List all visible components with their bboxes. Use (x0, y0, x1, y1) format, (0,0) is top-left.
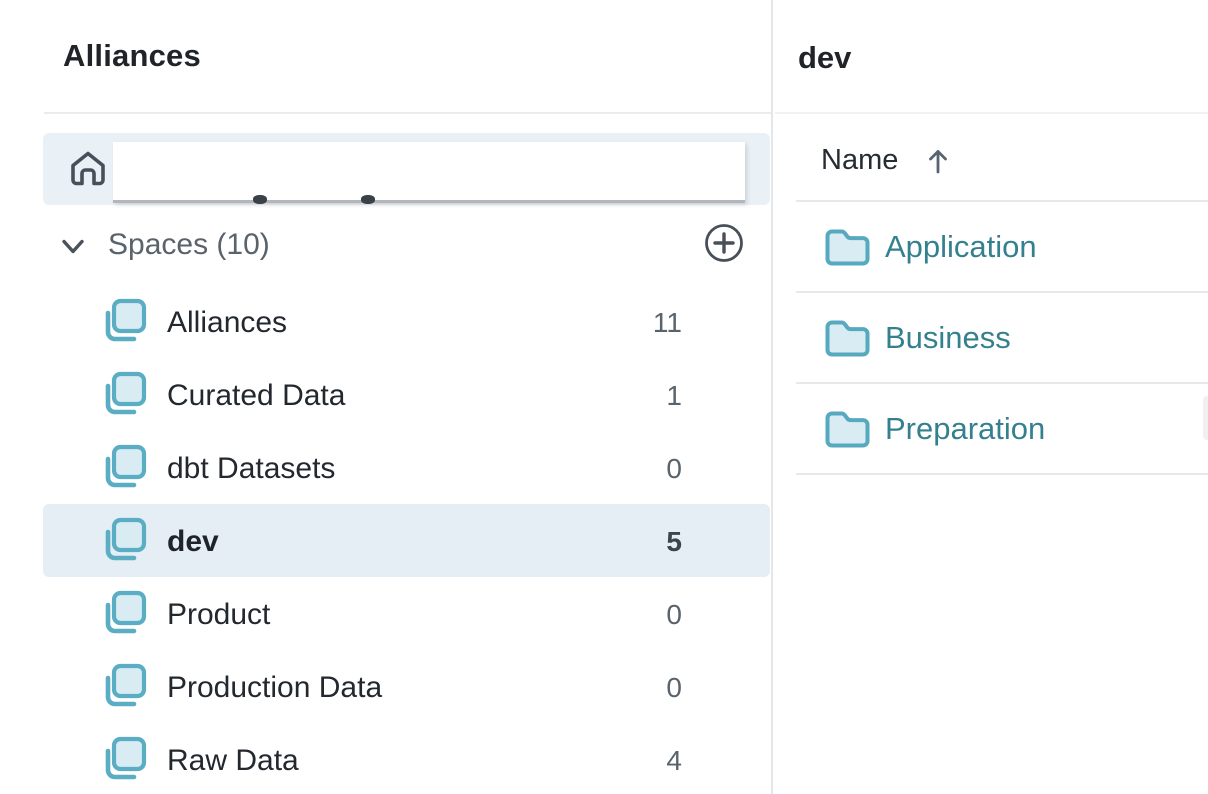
space-icon (101, 371, 147, 417)
space-item-count: 4 (642, 745, 682, 777)
home-icon (66, 147, 110, 191)
folder-icon (823, 408, 872, 450)
space-icon (101, 517, 147, 563)
space-item-label: Alliances (167, 306, 287, 340)
sidebar-space-item-production-data[interactable]: Production Data 0 (43, 650, 770, 723)
space-item-count: 0 (642, 453, 682, 485)
folder-link[interactable]: Application (885, 229, 1037, 265)
sidebar-title-divider (44, 112, 771, 114)
sidebar-space-item-dbt-datasets[interactable]: dbt Datasets 0 (43, 431, 770, 504)
space-item-label: dbt Datasets (167, 452, 335, 486)
plus-circle-icon (703, 252, 745, 267)
space-item-label: Curated Data (167, 379, 345, 413)
main-title-divider (775, 112, 1208, 114)
redacted-text-descender (361, 195, 375, 204)
sidebar-space-item-dev[interactable]: dev 5 (43, 504, 770, 577)
space-icon (101, 590, 147, 636)
spaces-section-header: Spaces (10) (43, 220, 770, 268)
folder-row-business[interactable]: Business (775, 293, 1208, 384)
sidebar-space-item-raw-data[interactable]: Raw Data 4 (43, 723, 770, 794)
folder-table: Application Business Preparation (775, 202, 1208, 475)
sidebar-space-item-curated-data[interactable]: Curated Data 1 (43, 358, 770, 431)
space-icon (101, 736, 147, 782)
folder-row-application[interactable]: Application (775, 202, 1208, 293)
chevron-down-icon[interactable] (55, 228, 91, 264)
space-list: Alliances 11 Curated Data 1 dbt Datasets… (43, 285, 770, 794)
sort-ascending-icon (922, 145, 954, 177)
sidebar-title: Alliances (63, 38, 201, 74)
redacted-text-descender (253, 195, 267, 204)
page-title: dev (798, 40, 851, 76)
folder-icon (823, 226, 872, 268)
space-item-count: 1 (642, 380, 682, 412)
space-item-count: 5 (642, 526, 682, 558)
space-icon (101, 663, 147, 709)
add-space-button[interactable] (703, 222, 745, 264)
space-contents-panel: dev Name Application Business (775, 0, 1208, 794)
sidebar-space-item-alliances[interactable]: Alliances 11 (43, 285, 770, 358)
spaces-section-label[interactable]: Spaces (10) (108, 228, 270, 262)
row-divider-pad (775, 473, 796, 475)
space-item-label: Raw Data (167, 744, 299, 778)
folder-link[interactable]: Preparation (885, 411, 1045, 447)
table-header-name-sort[interactable]: Name (775, 134, 1208, 200)
clipped-edge-element (1203, 396, 1208, 440)
folder-icon (823, 317, 872, 359)
home-row[interactable] (43, 133, 770, 205)
space-item-label: dev (167, 525, 219, 559)
space-item-count: 0 (642, 672, 682, 704)
folder-row-preparation[interactable]: Preparation (775, 384, 1208, 475)
name-column-header: Name (821, 144, 898, 177)
space-icon (101, 298, 147, 344)
redacted-home-label-overlay (113, 142, 745, 203)
folder-link[interactable]: Business (885, 320, 1011, 356)
space-item-count: 0 (642, 599, 682, 631)
space-item-label: Product (167, 598, 270, 632)
spaces-sidebar: Alliances Spaces (10) (0, 0, 773, 794)
space-item-count: 11 (642, 307, 682, 339)
space-item-label: Production Data (167, 671, 382, 705)
sidebar-space-item-product[interactable]: Product 0 (43, 577, 770, 650)
space-icon (101, 444, 147, 490)
